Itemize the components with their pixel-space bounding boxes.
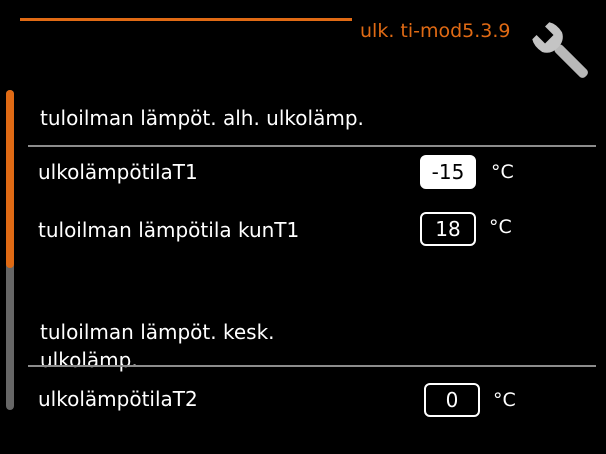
menu-title: ulk. ti-mod5.3.9 [360,20,511,42]
value-spinner[interactable]: 18 [420,212,476,246]
section-divider [28,365,596,367]
unit-label: °C [491,161,514,183]
value-spinner[interactable]: -15 [420,155,476,189]
row-label: ulkolämpötilaT2 [38,387,198,411]
value-spinner[interactable]: 0 [424,383,480,417]
header-line [20,18,352,21]
unit-label: °C [489,216,512,238]
scrollbar-thumb[interactable] [6,90,14,268]
unit-label: °C [493,389,516,411]
section-title-low-outdoor: tuloilman lämpöt. alh. ulkolämp. [40,106,364,130]
section-divider [28,145,596,147]
row-label: tuloilman lämpötila kunT1 [38,218,300,242]
row-label: ulkolämpötilaT1 [38,160,198,184]
wrench-icon [532,22,588,78]
